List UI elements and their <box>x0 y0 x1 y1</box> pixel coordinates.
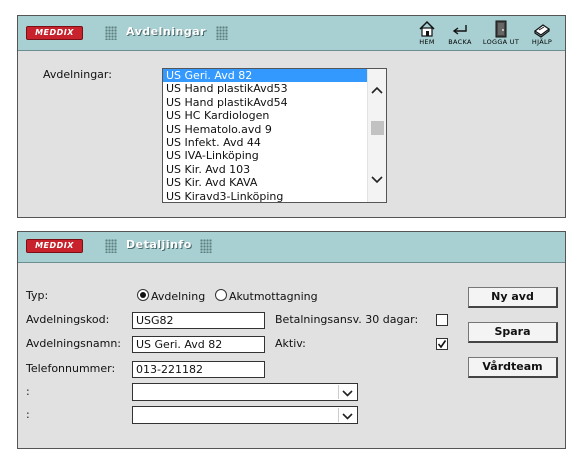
home-label: HEM <box>419 38 435 46</box>
list-item[interactable]: US Hematolo.avd 9 <box>163 123 369 136</box>
grip-icon <box>105 26 117 40</box>
select-1[interactable] <box>132 383 358 401</box>
ny-avd-button[interactable]: Ny avd <box>468 287 558 308</box>
help-book-icon <box>533 24 551 38</box>
grip-icon <box>216 26 228 40</box>
panel-title: Avdelningar <box>126 25 207 38</box>
betalningsansvar-label: Betalningsansv. 30 dagar: <box>275 313 419 326</box>
spara-button[interactable]: Spara <box>468 322 558 343</box>
radio-dot <box>140 292 146 298</box>
select2-label: : <box>26 408 30 421</box>
radio-avdelning[interactable] <box>137 289 149 301</box>
telefonnummer-field[interactable]: 013-221182 <box>132 361 265 378</box>
dropdown-button[interactable] <box>338 408 356 422</box>
list-item[interactable]: US Kiravd3-Linköping <box>163 190 369 202</box>
grip-icon <box>105 239 117 253</box>
detaljinfo-panel: MEDDIX Detaljinfo Typ: Avdelning Akutmot… <box>17 231 566 449</box>
list-item[interactable]: US Kir. Avd KAVA <box>163 176 369 189</box>
chevron-down-icon <box>342 413 353 420</box>
list-item[interactable]: US Hand plastikAvd53 <box>163 82 369 95</box>
meddix-logo: MEDDIX <box>26 239 83 253</box>
avdelningsnamn-label: Avdelningsnamn: <box>26 337 122 350</box>
vardteam-button[interactable]: Vårdteam <box>468 357 558 378</box>
dropdown-button[interactable] <box>338 385 356 399</box>
logout-button[interactable]: LOGGA UT <box>481 20 521 48</box>
help-label: HJÄLP <box>531 38 553 46</box>
avdelningskod-field[interactable]: USG82 <box>132 312 265 329</box>
radio-akutmottagning-label: Akutmottagning <box>229 290 318 303</box>
list-item[interactable]: US Kir. Avd 103 <box>163 163 369 176</box>
chevron-down-icon <box>342 390 353 397</box>
list-item[interactable]: US IVA-Linköping <box>163 149 369 162</box>
select1-label: : <box>26 385 30 398</box>
panel-header: MEDDIX Detaljinfo <box>18 232 565 263</box>
back-label: BACKA <box>448 38 472 46</box>
scroll-up-icon[interactable] <box>371 85 383 95</box>
home-button[interactable]: HEM <box>415 20 439 48</box>
help-button[interactable]: HJÄLP <box>524 20 560 48</box>
avdelningar-list[interactable]: US Geri. Avd 82 US Hand plastikAvd53 US … <box>163 69 369 202</box>
avdelningar-listbox[interactable]: US Geri. Avd 82 US Hand plastikAvd53 US … <box>162 68 387 203</box>
list-scrollbar[interactable] <box>367 69 386 202</box>
grip-icon <box>200 239 212 253</box>
back-arrow-icon <box>452 25 467 35</box>
door-icon <box>495 20 507 38</box>
list-item[interactable]: US Infekt. Avd 44 <box>163 136 369 149</box>
panel-header: MEDDIX Avdelningar HEM BACKA LOGGA UT HJ… <box>18 16 565 51</box>
scroll-thumb[interactable] <box>371 121 384 135</box>
home-icon <box>419 20 435 37</box>
list-item[interactable]: US Geri. Avd 82 <box>163 69 369 83</box>
betalningsansvar-checkbox[interactable] <box>436 314 448 326</box>
list-item[interactable]: US HC Kardiologen <box>163 109 369 122</box>
avdelningar-list-label: Avdelningar: <box>43 68 112 81</box>
avdelningskod-label: Avdelningskod: <box>26 313 110 326</box>
select-2[interactable] <box>132 406 358 424</box>
radio-akutmottagning[interactable] <box>215 289 227 301</box>
telefonnummer-label: Telefonnummer: <box>26 362 116 375</box>
avdelningar-panel: MEDDIX Avdelningar HEM BACKA LOGGA UT HJ… <box>17 15 566 218</box>
aktiv-label: Aktiv: <box>275 337 306 350</box>
meddix-logo: MEDDIX <box>26 26 83 40</box>
list-item[interactable]: US Hand plastikAvd54 <box>163 96 369 109</box>
check-icon <box>437 340 447 349</box>
avdelningsnamn-field[interactable]: US Geri. Avd 82 <box>132 336 265 353</box>
scroll-down-icon[interactable] <box>371 175 383 185</box>
typ-label: Typ: <box>26 289 49 302</box>
radio-avdelning-label: Avdelning <box>151 290 206 303</box>
back-button[interactable]: BACKA <box>442 20 478 48</box>
logout-label: LOGGA UT <box>482 38 520 46</box>
aktiv-checkbox[interactable] <box>436 338 448 350</box>
panel-title: Detaljinfo <box>126 238 192 251</box>
